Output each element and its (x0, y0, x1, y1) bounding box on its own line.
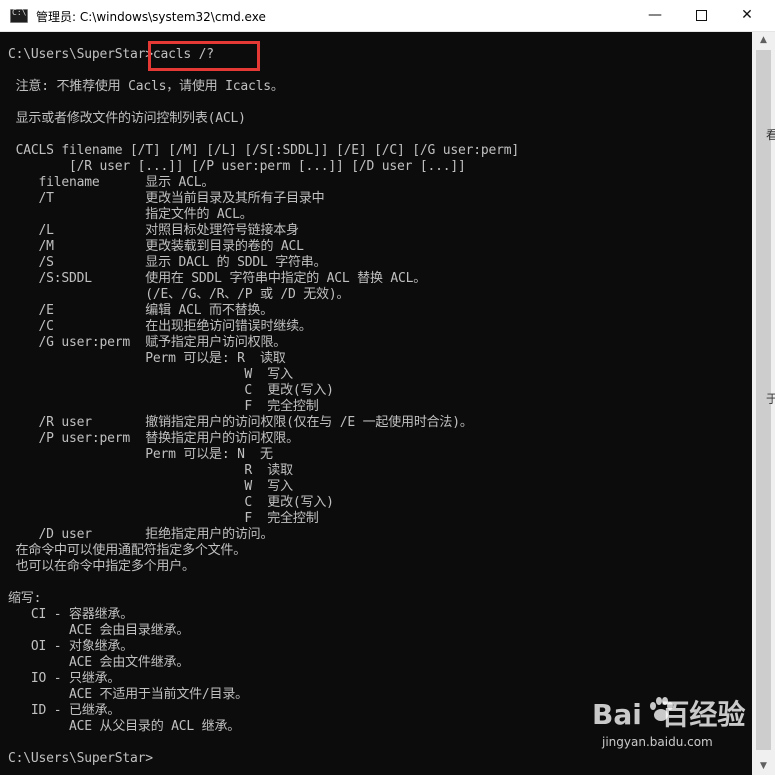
console-line: /D user 拒绝指定用户的访问。 (8, 527, 274, 542)
console-line: ACE 会由目录继承。 (8, 623, 190, 638)
console-line: OI - 对象继承。 (8, 639, 134, 654)
console-line: 缩写: (8, 591, 42, 606)
console-line: [/R user [...]] [/P user:perm [...]] [/D… (8, 159, 466, 174)
console-line: ACE 从父目录的 ACL 继承。 (8, 719, 241, 734)
console-line: /P user:perm 替换指定用户的访问权限。 (8, 431, 300, 446)
console-line: /T 更改当前目录及其所有子目录中 (8, 191, 325, 206)
console-line: filename 显示 ACL。 (8, 175, 215, 190)
close-button[interactable]: ✕ (724, 0, 770, 31)
console-line: /S:SDDL 使用在 SDDL 字符串中指定的 ACL 替换 ACL。 (8, 271, 427, 286)
console-line: (/E、/G、/R、/P 或 /D 无效)。 (8, 287, 350, 302)
console-line: /G user:perm 赋予指定用户访问权限。 (8, 335, 287, 350)
maximize-icon (695, 9, 707, 21)
console-line: ACE 会由文件继承。 (8, 655, 190, 670)
console-line: /M 更改装载到目录的卷的 ACL (8, 239, 304, 254)
scroll-up-icon[interactable]: ▲ (752, 32, 775, 49)
baidu-url: jingyan.baidu.com (602, 735, 713, 749)
minimize-button[interactable]: — (632, 0, 678, 31)
console-line: C 更改(写入) (8, 495, 334, 510)
console-line: 也可以在命令中指定多个用户。 (8, 559, 195, 574)
console-line: F 完全控制 (8, 399, 319, 414)
console-line: 在命令中可以使用通配符指定多个文件。 (8, 543, 247, 558)
console-line: /R user 撤销指定用户的访问权限(仅在与 /E 一起使用时合法)。 (8, 415, 473, 430)
console-line: Perm 可以是: N 无 (8, 447, 273, 462)
console-line: CI - 容器继承。 (8, 607, 134, 622)
title-bar[interactable]: C:\ 管理员: C:\windows\system32\cmd.exe — ✕ (0, 0, 775, 32)
console-line: ACE 不适用于当前文件/目录。 (8, 687, 248, 702)
paw-icon (650, 697, 673, 721)
console-line: C:\Users\SuperStar> (8, 751, 153, 766)
console-output[interactable]: C:\Users\SuperStar>cacls /? 注意: 不推荐使用 Ca… (0, 32, 752, 775)
console-line: ID - 已继承。 (8, 703, 121, 718)
console-line: 注意: 不推荐使用 Cacls，请使用 Icacls。 (8, 79, 284, 94)
console-line: IO - 只继承。 (8, 671, 121, 686)
console-line: W 写入 (8, 367, 293, 382)
cmd-icon[interactable]: C:\ (10, 8, 28, 23)
cmd-window: C:\ 管理员: C:\windows\system32\cmd.exe — ✕… (0, 0, 775, 775)
console-line: /L 对照目标处理符号链接本身 (8, 223, 300, 238)
baidu-watermark: Bai 百经验 jingyan.baidu.com (592, 693, 752, 763)
console-line: 指定文件的 ACL。 (8, 207, 253, 222)
console-line: R 读取 (8, 463, 293, 478)
cmd-icon-glyph: C:\ (12, 8, 27, 17)
window-title: 管理员: C:\windows\system32\cmd.exe (36, 10, 266, 24)
background-text-fragment: 于 (766, 392, 775, 406)
console-line: /S 显示 DACL 的 SDDL 字符串。 (8, 255, 327, 270)
console-line: F 完全控制 (8, 511, 319, 526)
console-line: 显示或者修改文件的访问控制列表(ACL) (8, 111, 246, 126)
console-line: Perm 可以是: R 读取 (8, 351, 286, 366)
console-line: CACLS filename [/T] [/M] [/L] [/S[:SDDL]… (8, 143, 520, 158)
background-text-fragment: 看 (766, 128, 775, 142)
console-line: W 写入 (8, 479, 293, 494)
maximize-button[interactable] (678, 0, 724, 31)
console-line: /C 在出现拒绝访问错误时继续。 (8, 319, 312, 334)
console-line: /E 编辑 ACL 而不替换。 (8, 303, 274, 318)
command-highlight-box (148, 41, 260, 71)
scroll-down-icon[interactable]: ▼ (752, 758, 775, 775)
console-line: C 更改(写入) (8, 383, 334, 398)
